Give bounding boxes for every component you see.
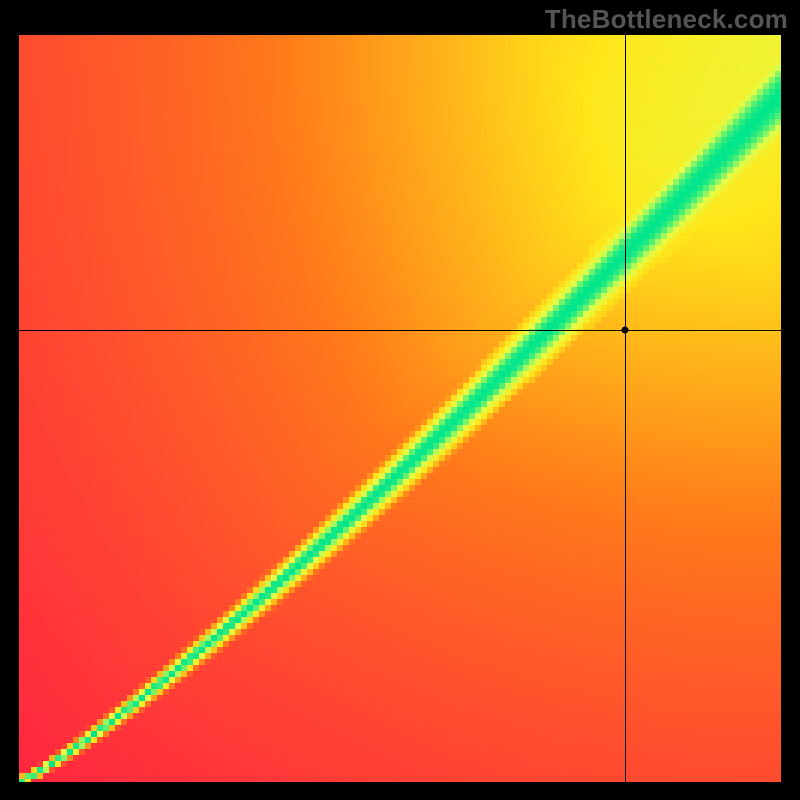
heatmap-canvas bbox=[19, 35, 781, 782]
watermark-text: TheBottleneck.com bbox=[545, 4, 788, 35]
heatmap-plot bbox=[19, 35, 781, 782]
crosshair-marker-dot bbox=[621, 327, 628, 334]
chart-frame: TheBottleneck.com bbox=[0, 0, 800, 800]
